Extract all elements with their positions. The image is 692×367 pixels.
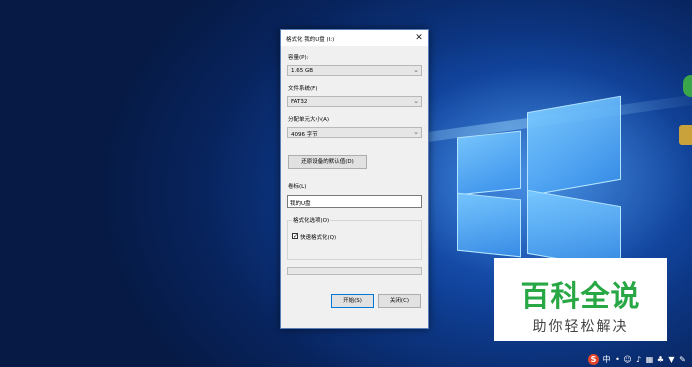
volume-label-input[interactable]: 我的U盘 [287, 195, 422, 208]
format-dialog: 格式化 我的U盘 (I:) ✕ 容量(P): 1.65 GB ⌄ 文件系统(F)… [280, 29, 429, 329]
volume-label: 卷标(L) [288, 184, 307, 190]
keyboard-icon[interactable]: ▦ [645, 355, 654, 364]
windows-logo-pane [527, 95, 621, 197]
close-icon[interactable]: ✕ [410, 30, 428, 46]
watermark-logo: 百科全说 助你轻松解决 [494, 258, 667, 341]
ime-mode-indicator[interactable]: 中 [602, 355, 611, 364]
chevron-down-icon: ⌄ [413, 128, 419, 136]
skin-icon[interactable]: ♣ [656, 355, 665, 364]
dialog-title: 格式化 我的U盘 (I:) [286, 37, 335, 43]
windows-logo-pane [457, 130, 521, 196]
allocation-label: 分配单元大小(A) [288, 117, 330, 123]
microphone-icon[interactable]: ♪ [634, 355, 643, 364]
watermark-title: 百科全说 [520, 279, 641, 313]
quick-format-label[interactable]: 快速格式化(Q) [300, 233, 336, 241]
allocation-value: 4096 字节 [291, 132, 318, 138]
emoji-icon[interactable]: ☺ [623, 355, 632, 364]
filesystem-select[interactable]: FAT32 ⌄ [287, 96, 422, 107]
watermark-subtitle: 助你轻松解决 [532, 319, 629, 335]
side-widget-green[interactable] [683, 75, 692, 97]
close-button[interactable]: 关闭(C) [378, 294, 421, 308]
format-options-title: 格式化选项(O) [292, 216, 331, 224]
volume-label-value: 我的U盘 [290, 201, 311, 207]
system-tray: S 中 • ☺ ♪ ▦ ♣ ▼ ✎ [586, 354, 692, 367]
capacity-value: 1.65 GB [291, 68, 314, 74]
chevron-down-icon: ⌄ [413, 97, 419, 105]
sogou-ime-icon[interactable]: S [588, 354, 599, 365]
format-progress-bar [287, 267, 422, 275]
tools-icon[interactable]: ✎ [678, 355, 687, 364]
punctuation-icon[interactable]: • [613, 355, 622, 364]
quick-format-checkbox[interactable]: ✓ [292, 233, 298, 240]
shirt-icon[interactable]: ▼ [667, 355, 676, 364]
start-button[interactable]: 开始(S) [331, 294, 374, 308]
chevron-down-icon: ⌄ [413, 66, 419, 74]
allocation-select[interactable]: 4096 字节 ⌄ [287, 127, 422, 138]
capacity-select[interactable]: 1.65 GB ⌄ [287, 65, 422, 76]
filesystem-label: 文件系统(F) [288, 86, 318, 92]
capacity-label: 容量(P): [288, 55, 309, 61]
title-bar[interactable]: 格式化 我的U盘 (I:) ✕ [281, 30, 428, 46]
filesystem-value: FAT32 [291, 99, 308, 105]
restore-defaults-button[interactable]: 还原设备的默认值(D) [288, 155, 367, 169]
windows-logo-pane [457, 192, 521, 258]
side-widget-gift[interactable] [679, 125, 692, 145]
